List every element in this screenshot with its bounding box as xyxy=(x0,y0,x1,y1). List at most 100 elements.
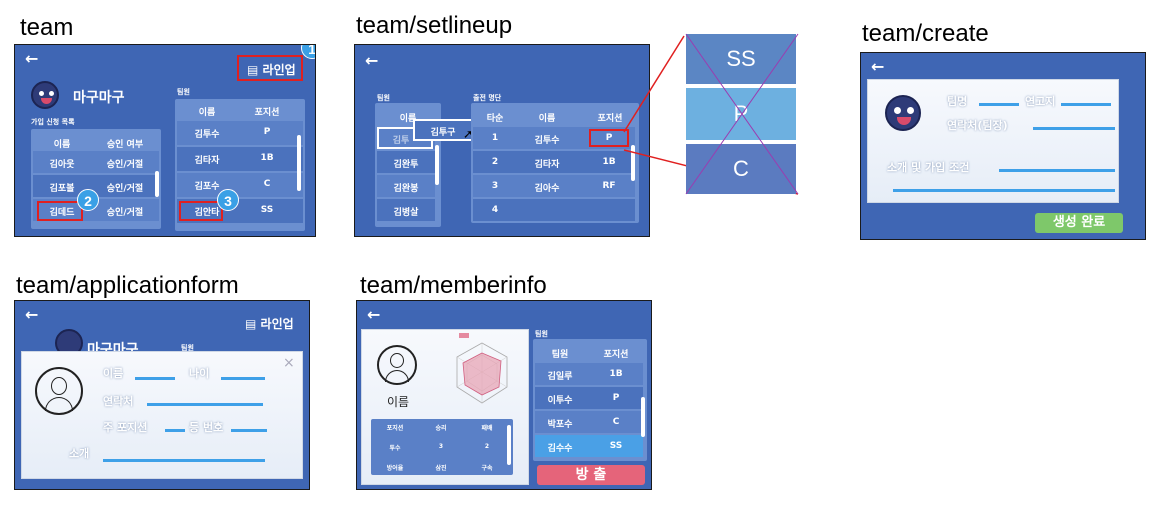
pos-option-label: P xyxy=(733,101,749,126)
intro-input-2[interactable] xyxy=(893,189,1115,192)
complete-button[interactable]: 생성 완료 xyxy=(1035,213,1123,233)
main-pos-input[interactable] xyxy=(165,429,185,432)
member-row-name[interactable]: 이투수 xyxy=(535,393,585,406)
member-item[interactable]: 김병살 xyxy=(377,205,435,218)
order-name[interactable]: 김타자 xyxy=(517,157,577,170)
lineup-button[interactable]: ▤ 라인업 xyxy=(241,313,298,334)
stats-header: 포지션 xyxy=(386,425,404,432)
stats-extra: 삼진 xyxy=(435,465,447,472)
contact-label: 연락처 xyxy=(103,395,134,408)
age-label: 나이 xyxy=(189,367,210,380)
screen-memberinfo: ← 이름 포지션 승리 패배 투수 3 2 방어율 삼진 구속 팀원 팀원 포지… xyxy=(356,300,652,490)
back-arrow-icon[interactable]: ← xyxy=(25,305,38,324)
back-arrow-icon[interactable]: ← xyxy=(25,49,38,68)
members-title: 팀원 xyxy=(377,94,390,102)
kick-button[interactable]: 방 출 xyxy=(537,465,645,485)
region-input[interactable] xyxy=(1061,103,1111,106)
member-row-name[interactable]: 김일루 xyxy=(535,369,585,382)
team-logo-text: 마구마구 xyxy=(73,90,125,106)
app-row-action[interactable]: 승인/거절 xyxy=(93,181,157,194)
screen-setlineup: ← 팀원 이름 김투 김완투 김완봉 김병살 김투구 ➚ 출전 명단 타순 이름… xyxy=(354,44,650,237)
member-header-name: 이름 xyxy=(198,108,216,118)
step-badge-2: 2 xyxy=(77,189,99,211)
member-row-pos: P xyxy=(612,393,620,403)
screen-team: ← 마구마구 ▤ 라인업 1 가입 신청 목록 이름 승인 여부 김아웃 승인/… xyxy=(14,44,316,237)
order-no: 2 xyxy=(491,157,499,167)
stats-header: 패배 xyxy=(481,425,493,432)
order-header-no: 타순 xyxy=(486,114,504,124)
contact-input[interactable] xyxy=(147,403,263,406)
step-badge-1: 1 xyxy=(301,45,315,59)
pos-option-ss[interactable]: SS xyxy=(686,34,796,84)
intro-label: 소개 및 가입 조건 xyxy=(887,161,970,174)
stats-extra: 구속 xyxy=(481,465,493,472)
title-setlineup: team/setlineup xyxy=(356,12,513,39)
member-row-name[interactable]: 김타자 xyxy=(179,153,235,166)
title-applicationform: team/applicationform xyxy=(16,272,239,299)
back-arrow-icon[interactable]: ← xyxy=(365,51,378,70)
member-name: 이름 xyxy=(387,395,410,409)
stats-extra: 방어율 xyxy=(386,465,404,472)
order-no: 4 xyxy=(491,205,499,215)
order-header-name: 이름 xyxy=(538,114,556,124)
member-row-pos: P xyxy=(263,127,271,137)
number-input[interactable] xyxy=(231,429,267,432)
order-pos[interactable]: 1B xyxy=(591,157,627,167)
member-row-name[interactable]: 김수수 xyxy=(535,441,585,454)
close-icon[interactable]: × xyxy=(283,355,295,371)
title-team: team xyxy=(20,14,74,41)
members-title: 팀원 xyxy=(177,88,190,96)
member-row-pos: 1B xyxy=(260,153,274,163)
member-row-pos: SS xyxy=(260,205,274,215)
order-no: 3 xyxy=(491,181,499,191)
members-title: 팀원 xyxy=(535,330,548,338)
step-badge-3: 3 xyxy=(217,189,239,211)
title-create: team/create xyxy=(862,20,989,47)
age-input[interactable] xyxy=(221,377,265,380)
member-row-name[interactable]: 박포수 xyxy=(535,417,585,430)
pos-option-label: C xyxy=(733,156,749,181)
intro-input-1[interactable] xyxy=(999,169,1115,172)
member-header-pos: 포지션 xyxy=(254,108,280,118)
intro-input[interactable] xyxy=(103,459,265,462)
team-name-input[interactable] xyxy=(979,103,1019,106)
name-input[interactable] xyxy=(135,377,175,380)
contact-input[interactable] xyxy=(1033,127,1115,130)
member-row-pos: C xyxy=(263,179,271,189)
radar-chart xyxy=(456,333,508,404)
back-arrow-icon[interactable]: ← xyxy=(871,57,884,76)
order-header-pos: 포지션 xyxy=(597,114,623,124)
clipboard-icon: ▤ xyxy=(245,317,257,331)
stats-value: 투수 xyxy=(389,445,401,452)
stats-value: 2 xyxy=(484,443,490,450)
app-header-name: 이름 xyxy=(53,140,71,150)
app-header-status: 승인 여부 xyxy=(106,140,144,150)
stats-header: 승리 xyxy=(435,425,447,432)
app-row-name[interactable]: 김아웃 xyxy=(37,157,87,170)
name-label: 이름 xyxy=(103,367,124,380)
order-name[interactable]: 김투수 xyxy=(517,133,577,146)
pos-option-c[interactable]: C xyxy=(686,144,796,194)
order-title: 출전 명단 xyxy=(473,94,502,102)
order-pos[interactable]: RF xyxy=(591,181,627,191)
order-name[interactable]: 김아수 xyxy=(517,181,577,194)
team-name-label: 팀명 xyxy=(947,95,968,108)
member-item[interactable]: 김완투 xyxy=(377,157,435,170)
contact-label: 연락처(팀장) xyxy=(947,119,1008,132)
app-row-action[interactable]: 승인/거절 xyxy=(93,205,157,218)
member-header-pos: 포지션 xyxy=(603,350,629,360)
app-row-action[interactable]: 승인/거절 xyxy=(93,157,157,170)
back-arrow-icon[interactable]: ← xyxy=(367,305,380,324)
mascot-logo xyxy=(885,95,921,131)
order-no: 1 xyxy=(491,133,499,143)
member-row-pos: SS xyxy=(609,441,623,451)
member-item[interactable]: 김완봉 xyxy=(377,181,435,194)
screen-create: ← 팀명 연고지 연락처(팀장) 소개 및 가입 조건 생성 완료 xyxy=(860,52,1146,240)
member-row-name[interactable]: 김투수 xyxy=(179,127,235,140)
highlight-lineup xyxy=(237,55,303,81)
pos-option-p[interactable]: P xyxy=(686,88,796,140)
intro-label: 소개 xyxy=(69,447,90,460)
stats-value: 3 xyxy=(438,443,444,450)
highlight-pos-select xyxy=(589,129,629,147)
region-label: 연고지 xyxy=(1025,95,1056,108)
